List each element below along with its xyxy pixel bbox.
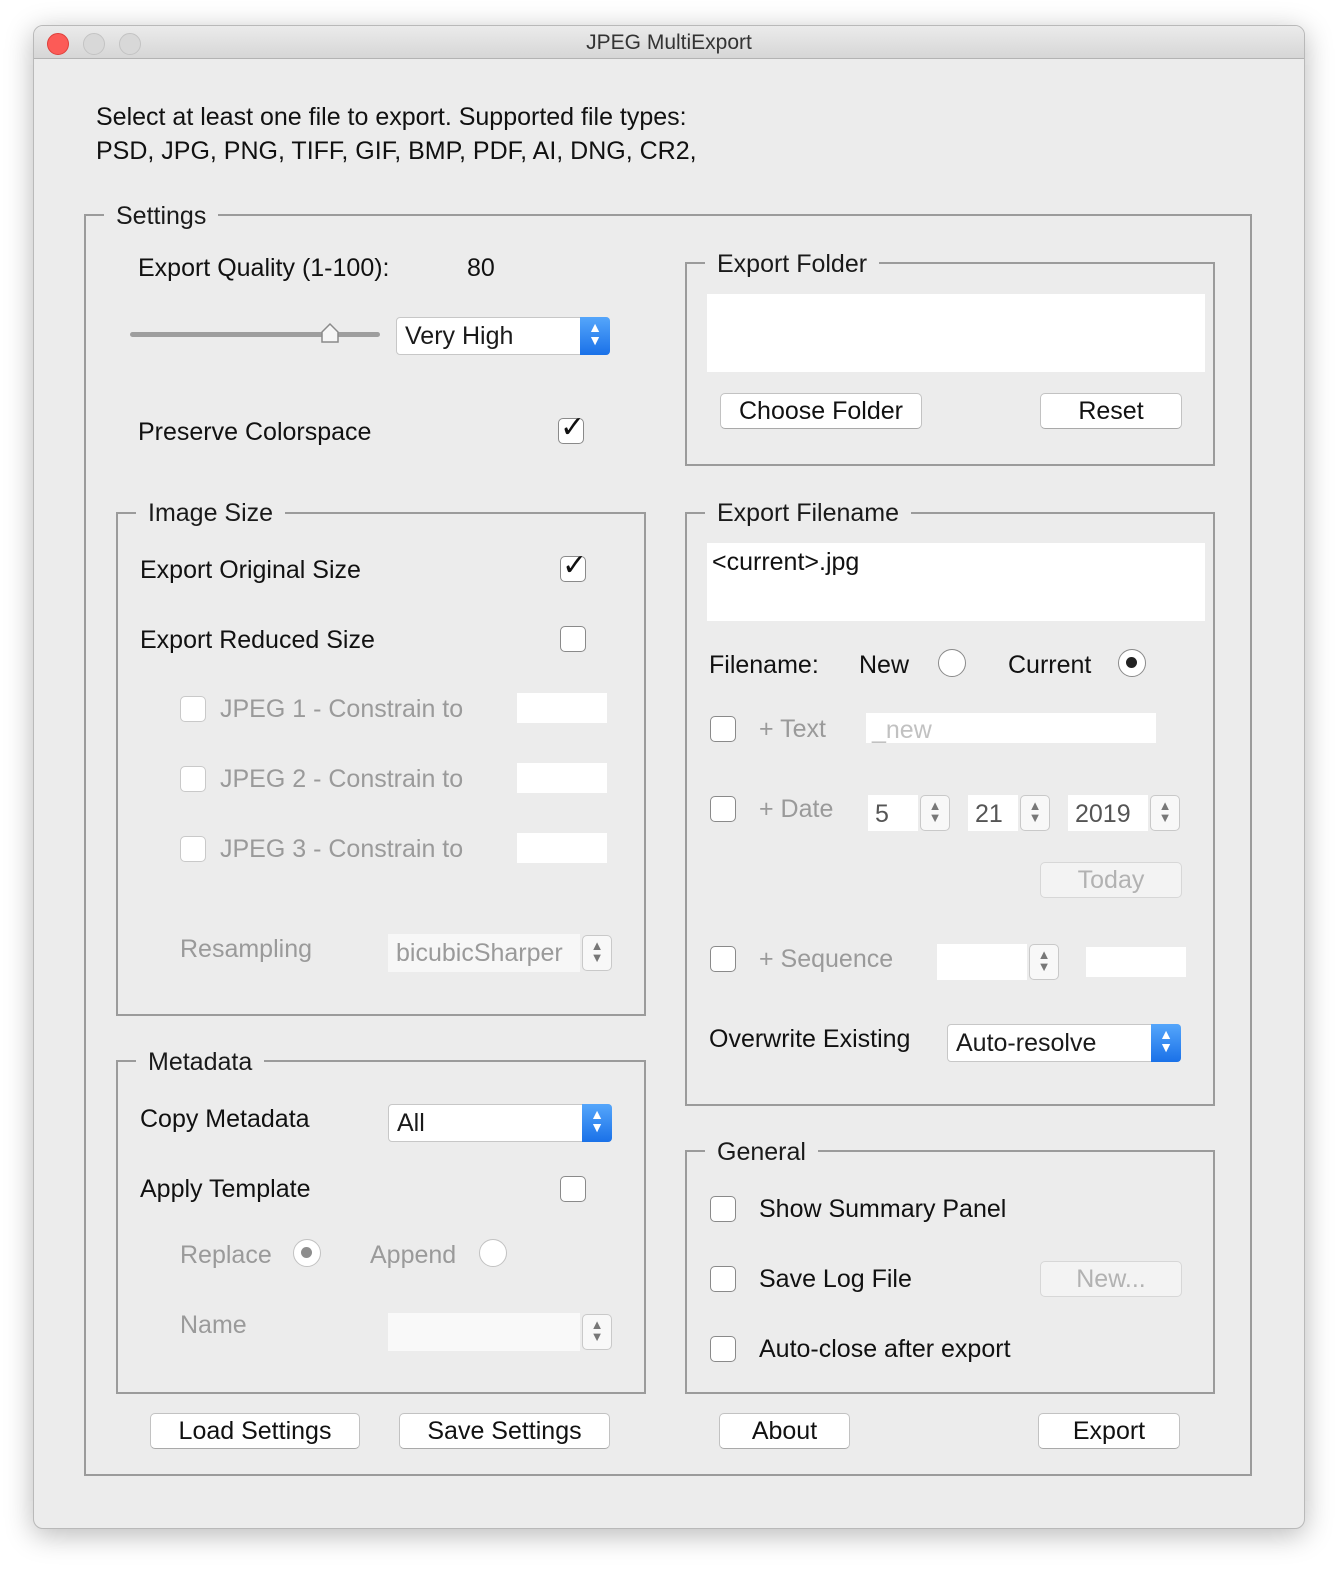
resampling-chevron-icon[interactable]: ▲ ▼	[582, 935, 612, 971]
sequence-start-field[interactable]	[1086, 947, 1186, 977]
export-reduced-label: Export Reduced Size	[140, 626, 375, 654]
date-day-stepper-icon[interactable]: ▲ ▼	[1020, 795, 1050, 831]
date-day-value: 21	[975, 800, 1003, 828]
metadata-legend: Metadata	[136, 1047, 265, 1077]
export-original-label: Export Original Size	[140, 556, 361, 584]
filename-new-radio[interactable]	[938, 649, 966, 677]
overwrite-value: Auto-resolve	[956, 1029, 1097, 1057]
add-text-checkbox[interactable]	[710, 716, 736, 742]
choose-folder-button[interactable]: Choose Folder	[720, 393, 922, 429]
quality-preset-popup[interactable]: Very High ▲ ▼	[396, 317, 610, 355]
filename-current-label: Current	[1008, 651, 1092, 679]
add-text-placeholder: _new	[872, 716, 932, 744]
export-filename-legend: Export Filename	[705, 498, 912, 528]
date-month-value: 5	[875, 800, 889, 828]
checkmark-icon: ✓	[562, 548, 588, 583]
sequence-digits-field[interactable]	[937, 944, 1027, 980]
show-summary-checkbox[interactable]	[710, 1196, 736, 1222]
resampling-value: bicubicSharper	[396, 939, 563, 967]
quality-slider[interactable]	[130, 332, 380, 337]
auto-close-checkbox[interactable]	[710, 1336, 736, 1362]
quality-slider-knob[interactable]	[320, 322, 340, 344]
preserve-colorspace-checkbox[interactable]: ✓	[558, 410, 585, 445]
jpeg2-size-field[interactable]	[517, 763, 607, 793]
intro-line-1: Select at least one file to export. Supp…	[96, 103, 687, 131]
intro-line-2: PSD, JPG, PNG, TIFF, GIF, BMP, PDF, AI, …	[96, 137, 697, 165]
copy-metadata-label: Copy Metadata	[140, 1105, 310, 1133]
export-reduced-checkbox[interactable]	[560, 626, 586, 652]
apply-template-checkbox[interactable]	[560, 1176, 586, 1202]
date-day-field[interactable]: 21	[968, 795, 1018, 831]
date-year-field[interactable]: 2019	[1068, 795, 1148, 831]
jpeg2-checkbox[interactable]	[180, 766, 206, 792]
sequence-stepper-icon[interactable]: ▲ ▼	[1029, 944, 1059, 980]
filename-preview-field[interactable]: <current>.jpg	[707, 543, 1205, 621]
replace-label: Replace	[180, 1241, 272, 1269]
copy-metadata-value: All	[397, 1109, 425, 1137]
quality-preset-value: Very High	[405, 322, 514, 350]
filename-label: Filename:	[709, 651, 819, 679]
date-year-stepper-icon[interactable]: ▲ ▼	[1150, 795, 1180, 831]
add-date-label: + Date	[759, 795, 834, 823]
reset-folder-button[interactable]: Reset	[1040, 393, 1182, 429]
add-text-label: + Text	[759, 715, 826, 743]
show-summary-label: Show Summary Panel	[759, 1195, 1007, 1223]
append-radio[interactable]	[479, 1239, 507, 1267]
chevron-updown-icon: ▲ ▼	[1151, 1024, 1181, 1062]
jpeg1-checkbox[interactable]	[180, 696, 206, 722]
date-year-value: 2019	[1075, 800, 1131, 828]
jpeg3-checkbox[interactable]	[180, 836, 206, 862]
quality-value: 80	[467, 254, 495, 282]
today-button[interactable]: Today	[1040, 862, 1182, 898]
auto-close-label: Auto-close after export	[759, 1335, 1011, 1363]
chevron-updown-icon: ▲ ▼	[580, 317, 610, 355]
export-folder-path[interactable]	[707, 294, 1205, 372]
add-sequence-checkbox[interactable]	[710, 946, 736, 972]
title-bar: JPEG MultiExport	[34, 26, 1304, 59]
image-size-legend: Image Size	[136, 498, 286, 528]
preserve-colorspace-label: Preserve Colorspace	[138, 418, 372, 446]
export-button[interactable]: Export	[1038, 1413, 1180, 1449]
load-settings-button[interactable]: Load Settings	[150, 1413, 360, 1449]
settings-legend: Settings	[104, 201, 219, 231]
filename-preview-text: <current>.jpg	[712, 548, 860, 576]
template-name-popup[interactable]	[388, 1313, 580, 1351]
export-folder-legend: Export Folder	[705, 249, 880, 279]
add-sequence-label: + Sequence	[759, 945, 894, 973]
new-log-button[interactable]: New...	[1040, 1261, 1182, 1297]
quality-label: Export Quality (1-100):	[138, 254, 390, 282]
replace-radio[interactable]	[293, 1239, 321, 1267]
jpeg1-label: JPEG 1 - Constrain to	[220, 695, 464, 723]
save-settings-button[interactable]: Save Settings	[399, 1413, 610, 1449]
export-original-checkbox[interactable]: ✓	[560, 548, 587, 583]
overwrite-label: Overwrite Existing	[709, 1025, 911, 1053]
filename-new-label: New	[859, 651, 910, 679]
date-month-stepper-icon[interactable]: ▲ ▼	[920, 795, 950, 831]
template-name-label: Name	[180, 1311, 247, 1339]
overwrite-popup[interactable]: Auto-resolve ▲ ▼	[947, 1024, 1181, 1062]
apply-template-label: Apply Template	[140, 1175, 311, 1203]
jpeg1-size-field[interactable]	[517, 693, 607, 723]
filename-current-radio[interactable]	[1118, 649, 1146, 677]
window-title: JPEG MultiExport	[586, 31, 752, 54]
jpeg2-label: JPEG 2 - Constrain to	[220, 765, 464, 793]
append-label: Append	[370, 1241, 457, 1269]
resampling-popup[interactable]: bicubicSharper	[388, 934, 580, 972]
jpeg3-label: JPEG 3 - Constrain to	[220, 835, 464, 863]
about-button[interactable]: About	[719, 1413, 850, 1449]
add-text-field[interactable]: _new	[866, 713, 1156, 744]
resampling-label: Resampling	[180, 935, 313, 963]
jpeg3-size-field[interactable]	[517, 833, 607, 863]
checkmark-icon: ✓	[560, 410, 586, 445]
save-log-label: Save Log File	[759, 1265, 912, 1293]
general-legend: General	[705, 1137, 818, 1167]
copy-metadata-popup[interactable]: All ▲ ▼	[388, 1104, 612, 1142]
template-name-chevron-icon[interactable]: ▲ ▼	[582, 1314, 612, 1350]
chevron-updown-icon: ▲ ▼	[582, 1104, 612, 1142]
add-date-checkbox[interactable]	[710, 796, 736, 822]
date-month-field[interactable]: 5	[868, 795, 918, 831]
save-log-checkbox[interactable]	[710, 1266, 736, 1292]
